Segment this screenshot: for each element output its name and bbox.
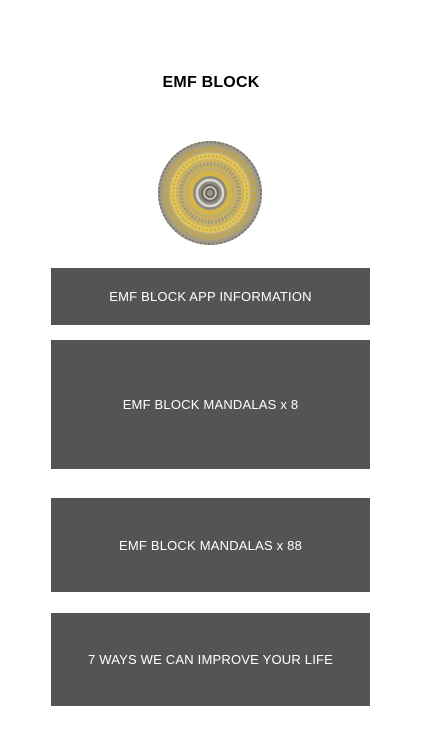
mandalas-88-button[interactable]: EMF BLOCK MANDALAS x 88 [51,498,370,592]
app-information-button[interactable]: EMF BLOCK APP INFORMATION [51,268,370,325]
mandala-icon [157,140,263,246]
improve-life-button[interactable]: 7 WAYS WE CAN IMPROVE YOUR LIFE [51,613,370,706]
page-title: EMF BLOCK [162,74,260,91]
mandalas-8-label: EMF BLOCK MANDALAS x 8 [122,397,299,412]
improve-life-label: 7 WAYS WE CAN IMPROVE YOUR LIFE [87,652,334,667]
mandalas-88-label: EMF BLOCK MANDALAS x 88 [118,537,303,553]
mandalas-8-button[interactable]: EMF BLOCK MANDALAS x 8 [51,340,370,469]
app-information-label: EMF BLOCK APP INFORMATION [109,289,312,304]
